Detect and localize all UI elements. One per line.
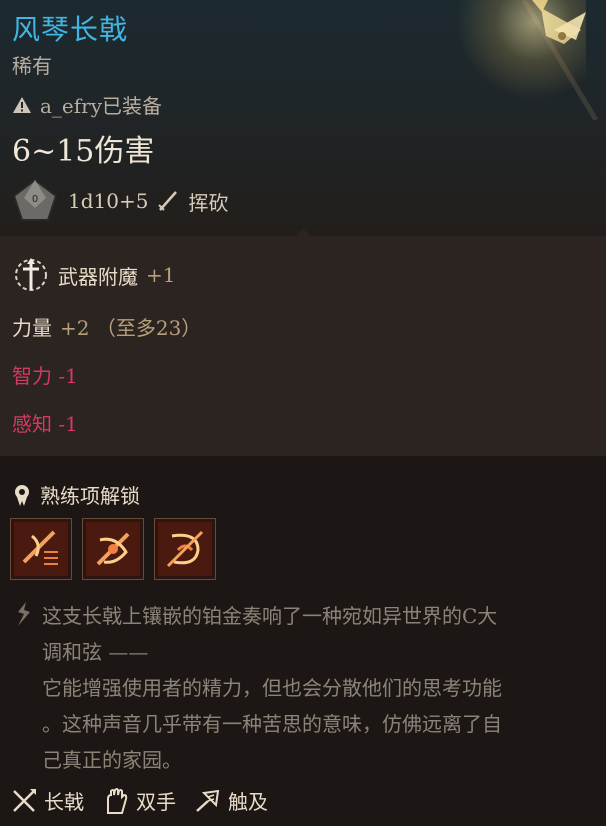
weapon-action-slot[interactable] <box>10 518 72 580</box>
tag-label: 双手 <box>136 790 176 814</box>
lore-text: 这支长戟上镶嵌的铂金奏响了一种宛如异世界的C大 调和弦 —— 它能增强使用者的精… <box>42 598 502 778</box>
damage-range: 6~15伤害 <box>12 134 155 169</box>
equipped-by-text: a_efry已装备 <box>40 94 163 118</box>
stat-row-intelligence: 智力 -1 <box>12 360 78 389</box>
enchantment-row: 武器附魔 +1 <box>12 256 175 294</box>
slashing-icon <box>158 191 178 211</box>
svg-text:0: 0 <box>32 194 38 205</box>
halberd-icon <box>13 788 36 812</box>
proficiency-icons <box>10 518 216 580</box>
stat-label: 智力 -1 <box>12 364 78 388</box>
proficiency-medal-icon <box>15 484 29 506</box>
item-name: 风琴长戟 <box>12 13 129 46</box>
lore-line: 。这种声音几乎带有一种苦思的意味，仿佛远离了自 <box>42 712 502 736</box>
weapon-action-icon-2 <box>86 522 140 576</box>
tooltip-header: 风琴长戟 稀有 a_efry已装备 6~15伤害 0 1d10+5 挥砍 <box>0 0 606 236</box>
divider-notch <box>296 228 310 236</box>
dice-formula: 1d10+5 <box>68 189 149 213</box>
stat-label: 力量 <box>12 316 52 340</box>
weapon-tags: 长戟 双手 触及 <box>10 786 280 815</box>
warning-icon <box>13 96 31 113</box>
item-rarity: 稀有 <box>12 54 52 78</box>
tag-label: 长戟 <box>44 790 84 814</box>
lore-block: 这支长戟上镶嵌的铂金奏响了一种宛如异世界的C大 调和弦 —— 它能增强使用者的精… <box>12 598 592 778</box>
two-handed-icon <box>107 787 128 814</box>
equipped-status: a_efry已装备 <box>12 90 162 119</box>
weapon-action-icon-1 <box>14 522 68 576</box>
tag-label: 触及 <box>228 790 268 814</box>
tag-halberd[interactable]: 长戟 <box>10 786 84 815</box>
stat-value: +2 （至多23） <box>60 316 202 340</box>
stat-row-strength: 力量 +2 （至多23） <box>12 312 201 341</box>
stat-row-wisdom: 感知 -1 <box>12 408 78 437</box>
proficiency-header: 熟练项解锁 <box>12 480 140 509</box>
tag-reach[interactable]: 触及 <box>194 786 268 815</box>
enchantment-value: +1 <box>146 263 176 287</box>
quote-icon <box>18 602 30 626</box>
weapon-action-slot[interactable] <box>82 518 144 580</box>
proficiency-title: 熟练项解锁 <box>40 484 140 508</box>
lore-line: 这支长戟上镶嵌的铂金奏响了一种宛如异世界的C大 <box>42 604 498 628</box>
stat-label: 感知 -1 <box>12 412 78 436</box>
lore-line: 调和弦 —— <box>42 640 149 664</box>
tag-two-handed[interactable]: 双手 <box>102 786 176 815</box>
weapon-enchantment-icon <box>15 258 47 291</box>
lore-line: 它能增强使用者的精力，但也会分散他们的思考功能 <box>42 676 502 700</box>
lore-line: 己真正的家园。 <box>42 748 182 772</box>
reach-icon <box>196 789 220 812</box>
weapon-action-slot[interactable] <box>154 518 216 580</box>
lower-section: 熟练项解锁 这支长戟上镶嵌的铂金奏响了一种宛如异世界的C大 调和弦 —— 它能增… <box>0 456 606 826</box>
weapon-action-icon-3 <box>158 522 212 576</box>
d10-dice-icon: 0 <box>12 178 58 221</box>
halberd-artwork <box>436 0 606 120</box>
item-tooltip: 风琴长戟 稀有 a_efry已装备 6~15伤害 0 1d10+5 挥砍 武器附… <box>0 0 606 826</box>
properties-section: 武器附魔 +1 力量 +2 （至多23） 智力 -1 感知 -1 <box>0 236 606 456</box>
enchantment-label: 武器附魔 <box>58 264 138 289</box>
damage-dice-row: 0 1d10+5 挥砍 <box>12 178 228 224</box>
damage-type: 挥砍 <box>188 190 229 215</box>
